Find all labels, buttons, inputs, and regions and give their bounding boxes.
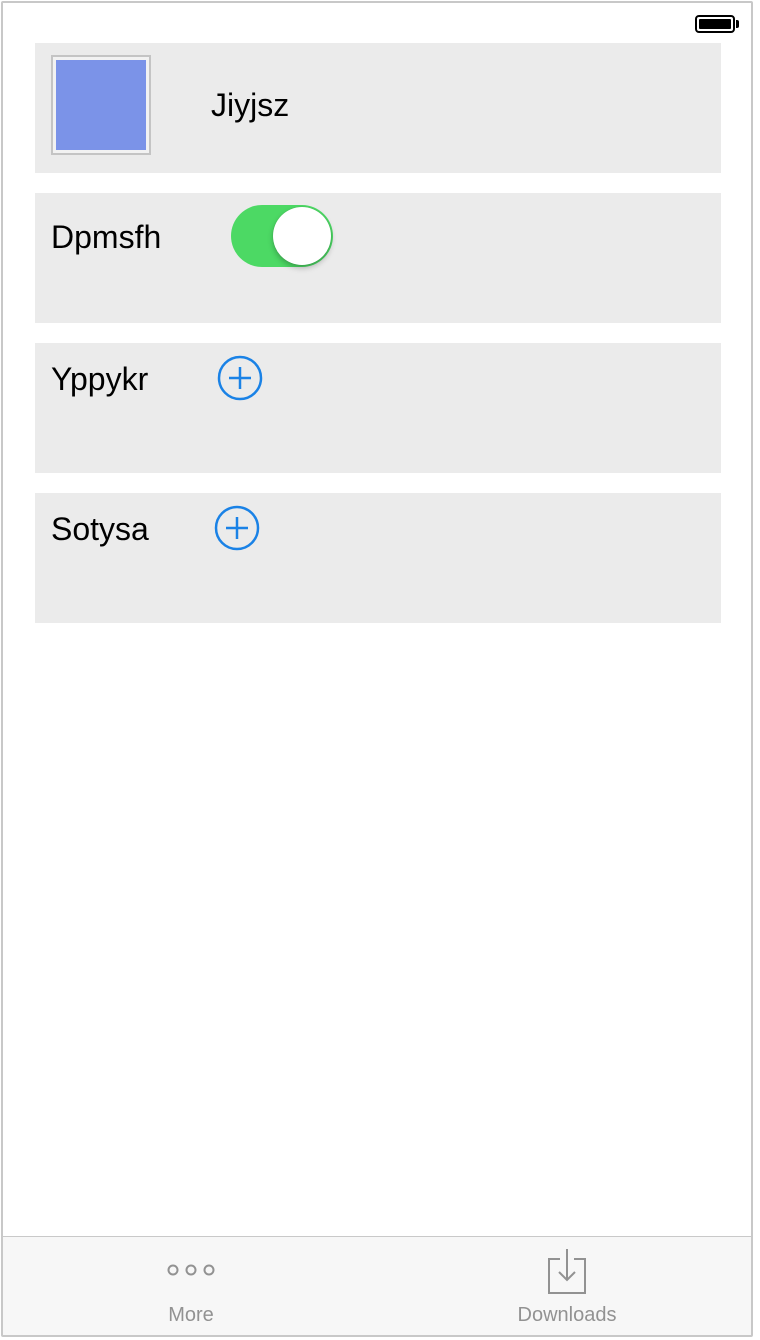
list-item-sotysa: Sotysa (35, 493, 721, 623)
color-swatch (56, 60, 146, 150)
tab-bar: More Downloads (3, 1236, 751, 1335)
list-item-jiyjsz[interactable]: Jiyjsz (35, 43, 721, 173)
color-swatch-frame (51, 55, 151, 155)
row-label: Yppykr (51, 361, 149, 397)
add-sotysa-button[interactable] (214, 505, 260, 551)
tab-more[interactable]: More (3, 1237, 379, 1335)
toggle-knob[interactable] (273, 207, 331, 265)
dpmsfh-toggle-switch[interactable] (231, 205, 333, 267)
tab-label-more[interactable]: More (3, 1304, 379, 1327)
row-label: Dpmsfh (51, 219, 162, 255)
battery-icon (695, 15, 739, 33)
plus-circle-icon[interactable] (217, 355, 263, 401)
tab-downloads[interactable]: Downloads (379, 1237, 751, 1335)
more-dots-icon[interactable] (166, 1263, 216, 1277)
tab-label-downloads[interactable]: Downloads (379, 1304, 751, 1327)
plus-circle-icon[interactable] (214, 505, 260, 551)
list-item-yppykr: Yppykr (35, 343, 721, 473)
status-bar (3, 3, 751, 43)
list-item-dpmsfh: Dpmsfh (35, 193, 721, 323)
row-label: Sotysa (51, 511, 149, 547)
row-label: Jiyjsz (211, 87, 290, 123)
add-yppykr-button[interactable] (217, 355, 263, 401)
app-screen: Jiyjsz Dpmsfh Yppykr Sotysa More Downloa… (1, 1, 753, 1337)
download-tray-icon[interactable] (545, 1247, 589, 1297)
